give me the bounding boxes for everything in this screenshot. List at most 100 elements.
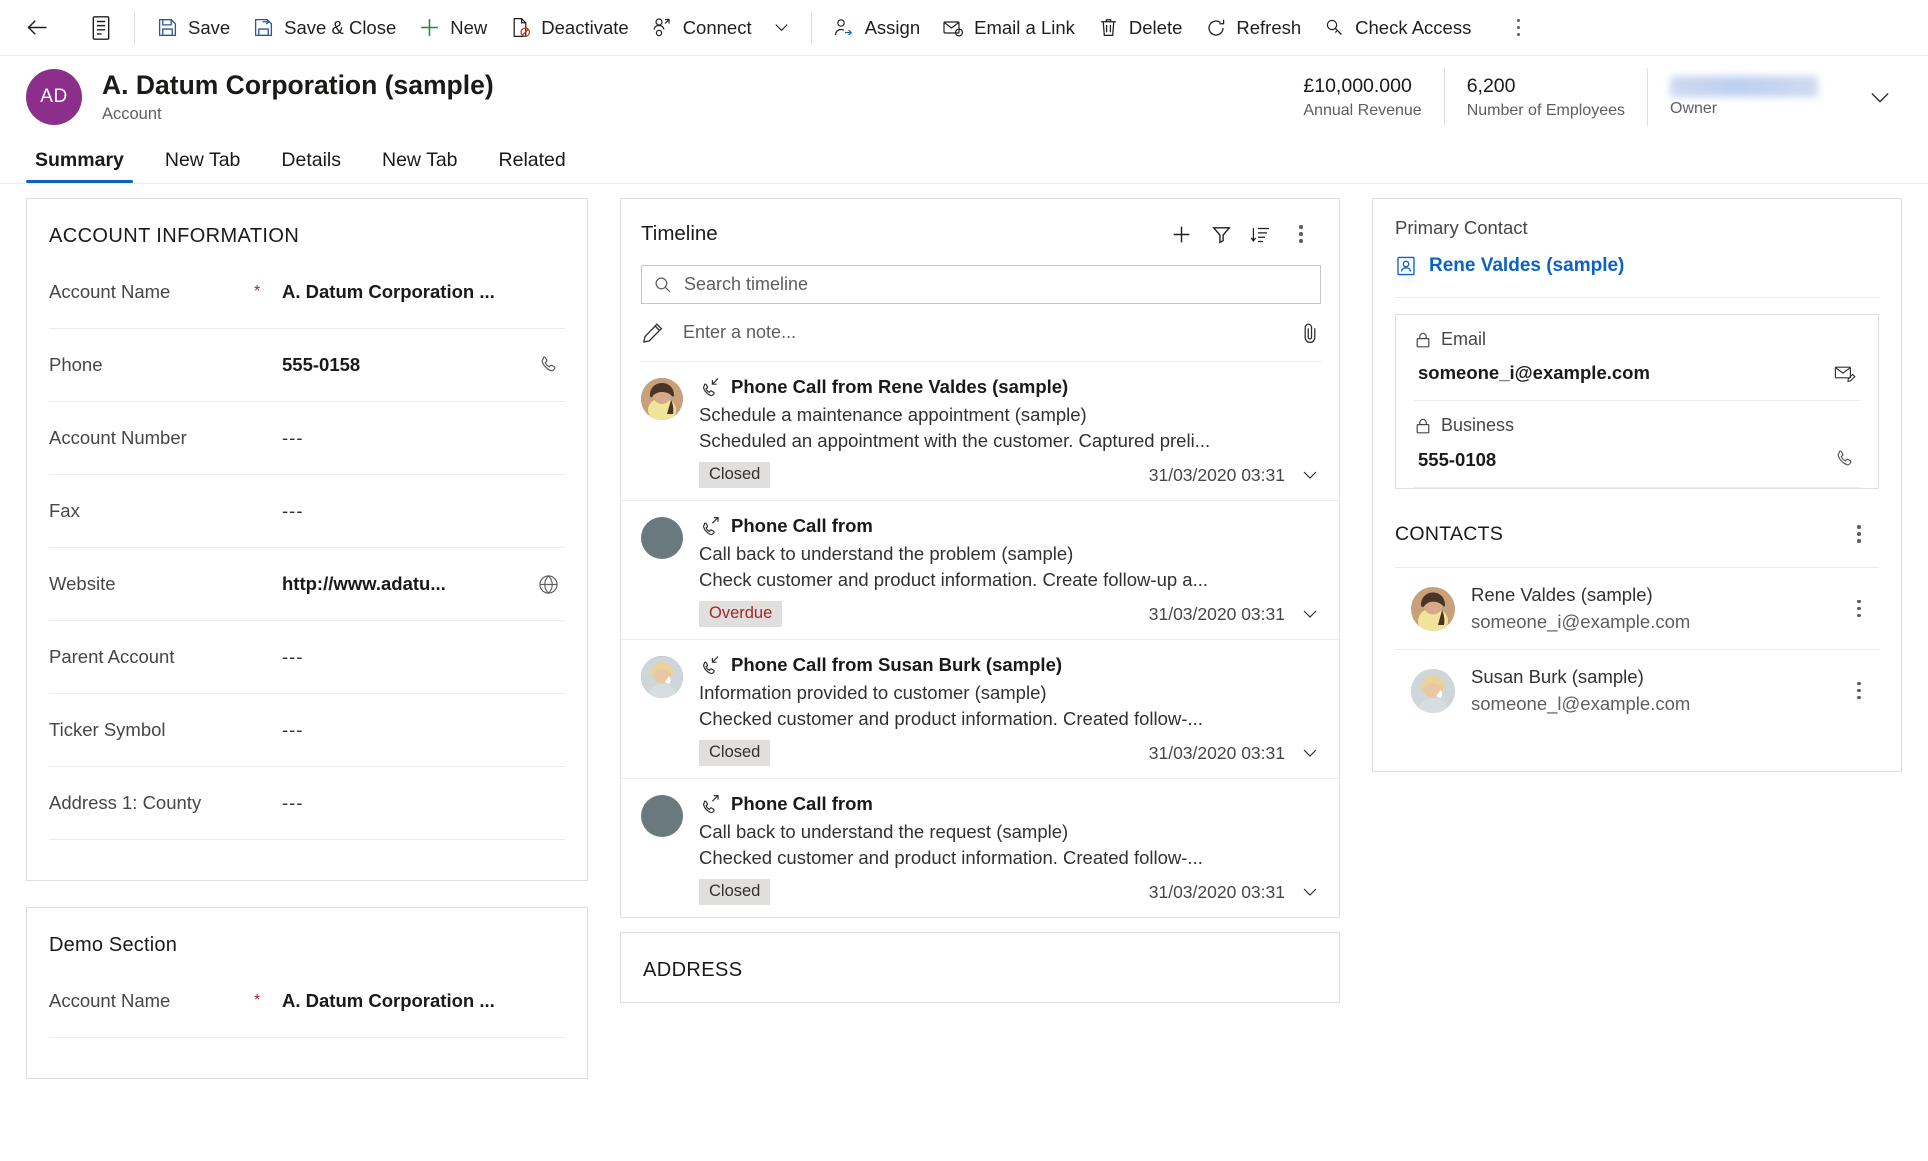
back-button[interactable] — [14, 8, 60, 48]
field-fax[interactable]: Fax --- — [49, 475, 565, 548]
field-parent-account-value: --- — [282, 646, 304, 667]
avatar-initials: AD — [40, 86, 68, 107]
chevron-down-icon[interactable] — [1299, 603, 1321, 625]
timeline-item[interactable]: Phone Call from Susan Burk (sample) Info… — [621, 640, 1339, 779]
address-card: ADDRESS — [620, 932, 1340, 1003]
timeline-note-placeholder: Enter a note... — [683, 322, 797, 342]
chevron-down-icon[interactable] — [1299, 464, 1321, 486]
lock-icon — [1414, 417, 1432, 435]
timeline-title: Timeline — [641, 222, 718, 245]
timeline-search-input[interactable]: Search timeline — [641, 265, 1321, 304]
email-a-link-button[interactable]: Email a Link — [931, 7, 1086, 49]
check-access-button[interactable]: Check Access — [1312, 7, 1482, 49]
header-expand-button[interactable] — [1840, 83, 1910, 111]
timeline-sort-button[interactable] — [1241, 215, 1281, 253]
globe-icon[interactable] — [531, 573, 565, 596]
timeline-item-line3: Checked customer and product information… — [699, 708, 1203, 729]
key-icon — [1323, 16, 1346, 39]
status-badge: Overdue — [699, 601, 783, 627]
form-tabs: Summary New Tab Details New Tab Related — [0, 138, 1928, 184]
timeline-note-input[interactable]: Enter a note... — [641, 304, 1321, 362]
deactivate-button[interactable]: Deactivate — [498, 7, 639, 49]
required-marker: * — [254, 283, 261, 300]
tab-related-label: Related — [498, 149, 566, 171]
right-column: Primary Contact Rene Valdes (sample) Ema… — [1350, 198, 1928, 1161]
field-ticker-symbol[interactable]: Ticker Symbol --- — [49, 694, 565, 767]
command-bar-overflow-button[interactable] — [1496, 7, 1540, 49]
timeline-item-subject: Phone Call from — [731, 515, 873, 536]
timeline-item[interactable]: Phone Call from Call back to understand … — [621, 779, 1339, 917]
record-title-block: A. Datum Corporation (sample) Account — [102, 70, 494, 123]
timeline-item-line3: Checked customer and product information… — [699, 847, 1203, 868]
list-item-text: Susan Burk (sample) someone_l@example.co… — [1471, 666, 1839, 715]
field-address-1-county[interactable]: Address 1: County --- — [49, 767, 565, 840]
field-account-name[interactable]: Account Name * A. Datum Corporation ... — [49, 256, 565, 329]
connect-button[interactable]: Connect — [640, 7, 763, 49]
tab-new-tab-2[interactable]: New Tab — [373, 149, 467, 183]
timeline-more-button[interactable] — [1281, 215, 1321, 253]
contact-card-icon — [1395, 255, 1417, 277]
field-website[interactable]: Website http://www.adatu... — [49, 548, 565, 621]
header-stat-owner[interactable]: Owner — [1647, 68, 1840, 126]
timeline-item-heading: Phone Call from Susan Burk (sample) — [699, 654, 1321, 676]
contact-field-email-value-row[interactable]: someone_i@example.com — [1414, 362, 1860, 384]
timeline-item[interactable]: Phone Call from Call back to understand … — [621, 501, 1339, 640]
tab-summary[interactable]: Summary — [26, 149, 133, 183]
contact-field-business-value-row[interactable]: 555-0108 — [1414, 448, 1860, 471]
field-parent-account[interactable]: Parent Account --- — [49, 621, 565, 694]
timeline-create-button[interactable] — [1161, 215, 1201, 253]
list-item[interactable]: Susan Burk (sample) someone_l@example.co… — [1395, 650, 1879, 731]
timeline-filter-button[interactable] — [1201, 215, 1241, 253]
card-bottom-padding — [1373, 731, 1901, 771]
email-link-icon — [942, 16, 965, 39]
header-stat-number-of-employees[interactable]: 6,200 Number of Employees — [1443, 68, 1647, 126]
contact-email: someone_l@example.com — [1471, 693, 1691, 714]
phone-icon[interactable] — [1828, 448, 1860, 471]
contacts-more-button[interactable] — [1839, 515, 1879, 553]
tab-new-tab-1-label: New Tab — [164, 149, 241, 171]
field-phone[interactable]: Phone 555-0158 — [49, 329, 565, 402]
email-icon[interactable] — [1828, 362, 1860, 384]
chevron-down-icon[interactable] — [1299, 881, 1321, 903]
contact-field-business: Business 555-0108 — [1414, 401, 1860, 488]
save-icon — [156, 16, 179, 39]
tab-related[interactable]: Related — [490, 149, 575, 183]
save-and-close-button[interactable]: Save & Close — [241, 7, 407, 49]
page-title: A. Datum Corporation (sample) — [102, 70, 494, 101]
chevron-down-icon[interactable] — [1299, 742, 1321, 764]
delete-button[interactable]: Delete — [1086, 7, 1193, 49]
contact-row-more-button[interactable] — [1839, 599, 1879, 618]
contacts-list: Rene Valdes (sample) someone_i@example.c… — [1395, 567, 1879, 731]
contact-row-more-button[interactable] — [1839, 681, 1879, 700]
timeline-item-line2: Call back to understand the request (sam… — [699, 821, 1069, 842]
primary-contact-link[interactable]: Rene Valdes (sample) — [1395, 255, 1901, 277]
tab-details[interactable]: Details — [272, 149, 350, 183]
phone-icon[interactable] — [531, 354, 565, 377]
tab-new-tab-1[interactable]: New Tab — [156, 149, 250, 183]
primary-contact-name: Rene Valdes (sample) — [1429, 255, 1625, 276]
connect-dropdown-chevron-icon[interactable] — [763, 7, 801, 49]
demo-section-card: Demo Section Account Name * A. Datum Cor… — [26, 907, 588, 1079]
card-bottom-padding — [27, 1038, 587, 1078]
field-demo-account-name[interactable]: Account Name * A. Datum Corporation ... — [49, 965, 565, 1038]
save-button[interactable]: Save — [145, 7, 241, 49]
form-selector-icon[interactable] — [78, 8, 124, 48]
new-button[interactable]: New — [407, 7, 498, 49]
header-stat-annual-revenue[interactable]: £10,000.000 Annual Revenue — [1281, 68, 1443, 126]
timeline-item-body: Phone Call from Susan Burk (sample) Info… — [699, 654, 1321, 766]
contact-field-business-label: Business — [1441, 415, 1515, 435]
divider — [1395, 297, 1879, 298]
avatar — [641, 656, 683, 698]
card-bottom-padding — [27, 840, 587, 880]
attachment-icon[interactable] — [1299, 321, 1321, 345]
timeline-item[interactable]: Phone Call from Rene Valdes (sample) Sch… — [621, 362, 1339, 501]
command-bar: Save Save & Close New Deactivate Connect… — [0, 0, 1928, 56]
field-phone-value: 555-0158 — [282, 354, 361, 375]
field-account-number[interactable]: Account Number --- — [49, 402, 565, 475]
refresh-icon — [1204, 16, 1227, 39]
timeline-item-timestamp: 31/03/2020 03:31 — [1148, 742, 1285, 763]
assign-button[interactable]: Assign — [822, 7, 932, 49]
list-item[interactable]: Rene Valdes (sample) someone_i@example.c… — [1395, 568, 1879, 650]
refresh-button[interactable]: Refresh — [1193, 7, 1312, 49]
new-button-label: New — [450, 16, 488, 38]
